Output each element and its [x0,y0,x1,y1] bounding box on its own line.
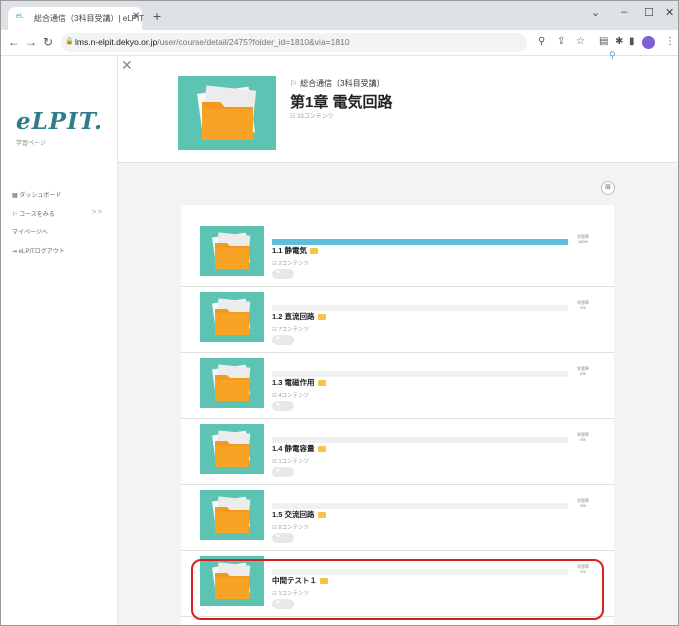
url-path: /user/course/detail/2475?folder_id=1810&… [157,37,350,47]
folder-thumbnail [200,292,264,342]
folder-icon [317,446,326,453]
content-count: ☷ 23コンテンツ [290,114,334,120]
highlight-box [191,559,604,620]
heart-icon: ♥ [276,336,280,342]
url-host: lms.n-elpit.dekyo.or.jp [75,37,158,47]
content-count: ☷ 7コンテンツ [272,327,310,333]
grid-view-button[interactable]: ⊞ [601,181,615,195]
bookmark-star-icon[interactable]: ☆ [576,36,585,47]
content-count: ☷ 4コンテンツ [272,393,310,399]
elpit-logo[interactable]: eLPIT. [16,108,103,135]
chapter-header: ✕ ⚲ ⚐ 総合通信（3科目受講） 第1章 電気回路 ☷ 23コンテンツ [118,50,678,163]
flag-icon: ⚐ [290,79,298,88]
sidebar-item-label: コースをみる [19,212,55,218]
sidepanel-icon[interactable]: ▮ [629,36,635,47]
sidebar: eLPIT. 学習ページ ▦ ダッシュボード ⚐ コースをみる > > マイペー… [1,56,118,625]
folder-list-item[interactable]: 学習率 0% 1.3 電磁作用 ☷ 4コンテンツ ♥ [181,352,614,419]
menu-icon[interactable]: ⋮ [665,36,675,47]
sidebar-item-dashboard[interactable]: ▦ ダッシュボード [12,190,61,199]
folder-list-item[interactable]: 学習率 0% 1.5 交流回路 ☷ 8コンテンツ ♥ [181,484,614,551]
sidebar-item-courses[interactable]: ⚐ コースをみる [12,209,55,218]
progress-label: 学習率 100% [577,234,589,244]
folder-list-item[interactable]: 学習率 100% 1.1 静電気 ☷ 2コンテンツ ♥ [181,220,614,287]
maximize-icon[interactable]: ☐ [644,6,654,19]
logo-subtitle: 学習ページ [16,141,46,147]
address-toolbar: ← → ↻ 🔒 lms.n-elpit.dekyo.or.jp/user/cou… [1,30,678,56]
browser-tab[interactable]: eL 総合通信（3科目受講）| eLPIT ✕ [8,7,145,30]
folder-icon [317,512,326,519]
sidebar-item-label: ダッシュボード [19,193,62,199]
folder-title[interactable]: 1.1 静電気 [272,245,319,256]
sidebar-item-logout[interactable]: ⇥ eLPITログアウト [12,246,65,255]
lock-icon: 🔒 [65,38,74,45]
favicon-icon: eL [16,13,24,20]
content-icon: ☷ [272,459,277,465]
reload-icon[interactable]: ↻ [43,35,53,49]
sidebar-item-label: eLPITログアウト [18,249,65,255]
like-button[interactable]: ♥ [272,401,294,411]
like-button[interactable]: ♥ [272,533,294,543]
content-icon: ☷ [272,261,277,267]
close-window-icon[interactable]: ✕ [665,6,674,19]
folder-thumbnail [200,490,264,540]
zoom-icon[interactable]: ⚲ [538,36,545,47]
tab-title: 総合通信（3科目受講）| eLPIT [34,14,145,23]
folder-list-item[interactable]: 学習率 0% 1.2 直流回路 ☷ 7コンテンツ ♥ [181,286,614,353]
like-button[interactable]: ♥ [272,269,294,279]
page-title: 第1章 電気回路 [290,94,393,111]
close-icon[interactable]: ✕ [121,57,133,74]
folder-title[interactable]: 1.2 直流回路 [272,311,326,322]
like-button[interactable]: ♥ [272,335,294,345]
folder-thumbnail [200,358,264,408]
chevron-down-icon[interactable]: ⌄ [591,6,600,19]
progress-label: 学習率 0% [577,300,589,310]
tab-bar: eL 総合通信（3科目受講）| eLPIT ✕ + ⌄ – ☐ ✕ [1,1,678,30]
content-count: ☷ 2コンテンツ [272,261,310,267]
forward-icon[interactable]: → [25,35,37,49]
tab-close-icon[interactable]: ✕ [132,11,140,22]
heart-icon: ♥ [276,534,280,540]
content-icon: ☷ [272,393,277,399]
heart-icon: ♥ [276,468,280,474]
profile-avatar[interactable] [642,36,655,49]
content-count: ☷ 1コンテンツ [272,459,310,465]
folder-title[interactable]: 1.3 電磁作用 [272,377,326,388]
sidebar-item-label: マイページへ [12,230,48,236]
folder-icon [317,314,326,321]
address-bar[interactable]: 🔒 lms.n-elpit.dekyo.or.jp/user/course/de… [61,33,527,52]
course-icon: ⚐ [12,212,18,218]
logout-icon: ⇥ [12,249,18,255]
folder-list-item[interactable]: 学習率 0% 1.4 静電容量 ☷ 1コンテンツ ♥ [181,418,614,485]
chapter-folder-thumbnail [178,76,276,150]
course-name: ⚐ 総合通信（3科目受講） [290,79,385,88]
share-icon[interactable]: ⇪ [557,36,565,47]
main-content: ✕ ⚲ ⚐ 総合通信（3科目受講） 第1章 電気回路 ☷ 23コンテンツ ⊞ 学習… [118,50,678,625]
expand-arrow-icon[interactable]: > > [92,209,102,216]
heart-icon: ♥ [276,402,280,408]
minimize-icon[interactable]: – [621,6,627,18]
folder-icon [310,248,319,255]
folder-title[interactable]: 1.4 静電容量 [272,443,326,454]
content-icon: ☷ [272,327,277,333]
extension-icon[interactable]: ▤ [599,36,608,47]
progress-label: 学習率 0% [577,432,589,442]
sidebar-item-mypage[interactable]: マイページへ [12,227,48,236]
folder-icon [317,380,326,387]
content-icon: ☷ [272,525,277,531]
browser-window: eL 総合通信（3科目受講）| eLPIT ✕ + ⌄ – ☐ ✕ ← → ↻ … [0,0,679,626]
content-icon: ☷ [290,114,296,120]
folder-thumbnail [200,226,264,276]
folder-thumbnail [200,424,264,474]
heart-icon: ♥ [276,270,280,276]
back-icon[interactable]: ← [8,35,20,49]
progress-label: 学習率 0% [577,366,589,376]
folder-title[interactable]: 1.5 交流回路 [272,509,326,520]
puzzle-icon[interactable]: ✱ [615,36,623,47]
content-count: ☷ 8コンテンツ [272,525,310,531]
new-tab-icon[interactable]: + [153,8,161,24]
progress-label: 学習率 0% [577,498,589,508]
search-icon[interactable]: ⚲ [609,50,616,61]
dashboard-icon: ▦ [12,193,18,199]
like-button[interactable]: ♥ [272,467,294,477]
